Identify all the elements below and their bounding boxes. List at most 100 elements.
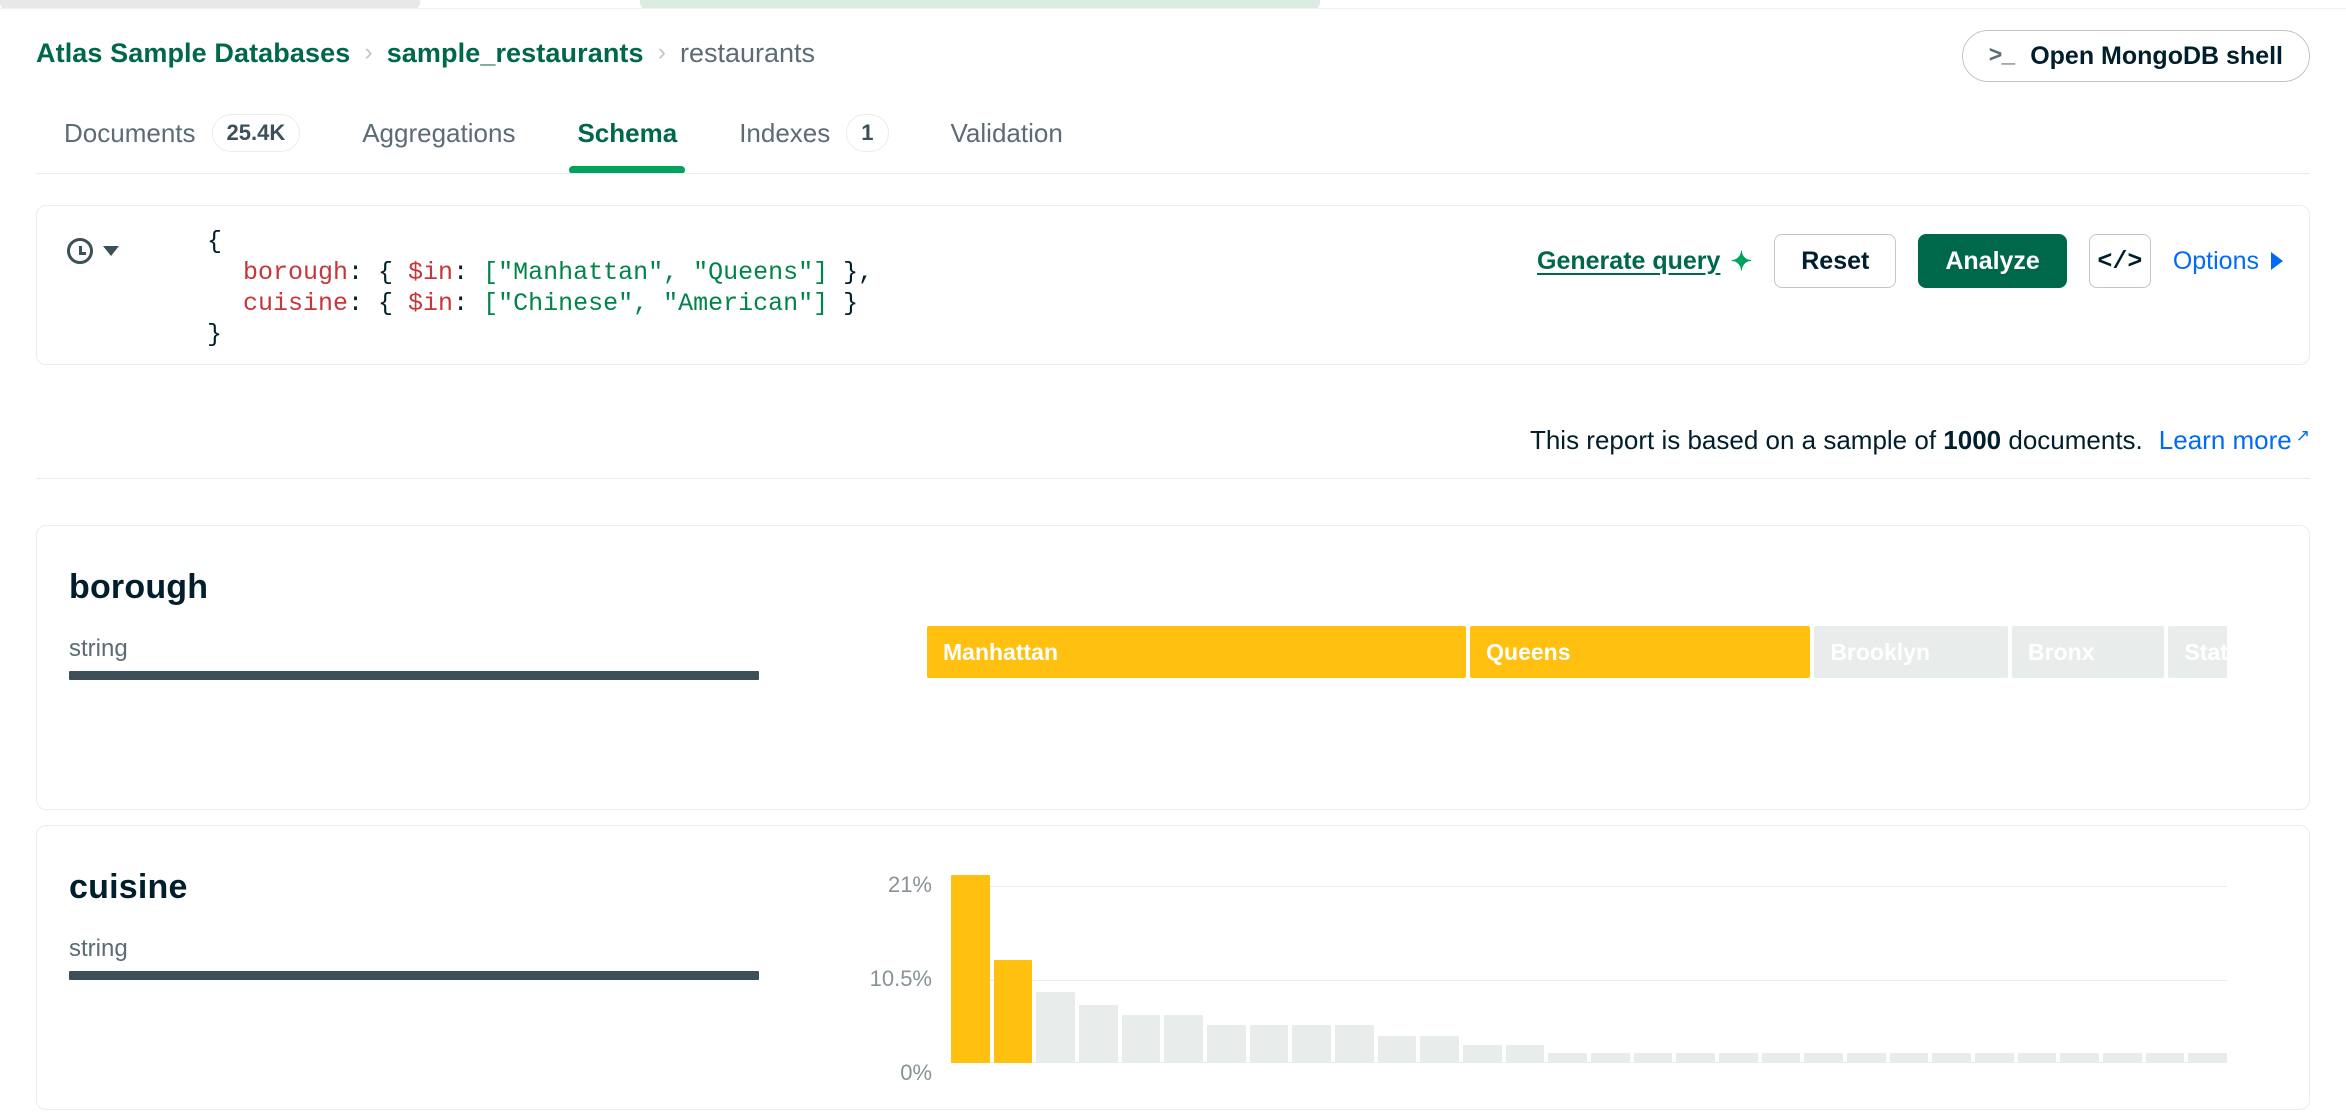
segment-label: Bronx — [2028, 638, 2095, 665]
learn-more-link[interactable]: Learn more ↗ — [2159, 425, 2310, 456]
export-to-language-icon[interactable]: </> — [2088, 234, 2151, 288]
field-type-distribution-bar[interactable] — [69, 971, 759, 980]
histogram-bar[interactable] — [1761, 1053, 1801, 1063]
query-line-close: } — [207, 320, 223, 349]
histogram-plot-area — [951, 875, 2228, 1063]
borough-segment-staten-island[interactable]: Staten Island — [2168, 626, 2227, 678]
tab-aggregations-label: Aggregations — [362, 117, 516, 148]
histogram-bar[interactable] — [2145, 1053, 2185, 1063]
query-actions: Generate query ✦ Reset Analyze </> Optio… — [1537, 234, 2283, 288]
tab-indexes[interactable]: Indexes 1 — [735, 102, 892, 164]
histogram-bar[interactable] — [951, 875, 990, 1063]
tab-bar-divider — [36, 173, 2310, 174]
reset-button[interactable]: Reset — [1774, 234, 1897, 288]
histogram-bar[interactable] — [1847, 1053, 1886, 1063]
tab-indexes-label: Indexes — [739, 117, 831, 148]
query-values-cuisine: ["Chinese", "American"] — [483, 289, 829, 318]
borough-segment-brooklyn[interactable]: Brooklyn — [1814, 626, 2009, 678]
histogram-bar[interactable] — [1121, 1014, 1161, 1063]
histogram-bar[interactable] — [1633, 1053, 1673, 1063]
cuisine-histogram: 21% 10.5% 0% — [827, 856, 2228, 1085]
y-axis-tick-label: 0% — [900, 1060, 932, 1085]
histogram-bar[interactable] — [1889, 1053, 1929, 1063]
tab-validation-label: Validation — [950, 117, 1063, 148]
collection-tab-bar: Documents 25.4K Aggregations Schema Inde… — [0, 92, 2346, 174]
sample-note-prefix: This report is based on a sample of — [1529, 425, 1937, 455]
field-name: borough — [69, 568, 209, 606]
field-meta: cuisine string — [69, 868, 759, 980]
histogram-bar[interactable] — [1377, 1036, 1417, 1063]
y-axis-tick-label: 21% — [887, 872, 932, 897]
schema-field-card-cuisine: cuisine string 21% 10.5% 0% — [36, 825, 2310, 1110]
histogram-bar[interactable] — [1975, 1053, 2014, 1063]
histogram-bar[interactable] — [2060, 1053, 2100, 1063]
histogram-bar[interactable] — [1804, 1053, 1844, 1063]
histogram-bar[interactable] — [1505, 1045, 1545, 1063]
tab-schema-label: Schema — [577, 117, 678, 148]
query-filter-input[interactable]: { borough: { $in: ["Manhattan", "Queens"… — [207, 226, 873, 350]
query-field-cuisine: cuisine — [243, 289, 349, 318]
sample-note-text: This report is based on a sample of 1000… — [1530, 425, 2143, 456]
histogram-bar[interactable] — [1249, 1024, 1289, 1063]
borough-segment-bronx[interactable]: Bronx — [2012, 626, 2165, 678]
histogram-bar[interactable] — [1420, 1036, 1460, 1063]
collection-header: Atlas Sample Databases › sample_restaura… — [0, 10, 2346, 90]
segment-label: Staten Island — [2184, 638, 2227, 665]
borough-segment-queens[interactable]: Queens — [1470, 626, 1811, 678]
field-type-label: string — [69, 635, 128, 662]
tab-schema[interactable]: Schema — [569, 102, 686, 174]
breadcrumb-separator-icon: › — [657, 38, 666, 66]
sample-size-note: This report is based on a sample of 1000… — [1530, 425, 2310, 456]
histogram-bar[interactable] — [1036, 992, 1076, 1063]
histogram-bar[interactable] — [2188, 1053, 2228, 1063]
histogram-bar[interactable] — [1719, 1053, 1758, 1063]
histogram-bar[interactable] — [1079, 1004, 1118, 1063]
generate-query-label: Generate query — [1537, 246, 1721, 275]
open-mongodb-shell-button[interactable]: >_ Open MongoDB shell — [1961, 30, 2310, 82]
tab-documents-label: Documents — [64, 117, 196, 148]
histogram-bar[interactable] — [993, 960, 1033, 1063]
histogram-bar[interactable] — [1676, 1053, 1716, 1063]
options-label: Options — [2172, 246, 2259, 275]
tab-strip-divider — [0, 8, 2346, 9]
schema-field-card-borough: borough string Manhattan Queens Brooklyn Br… — [36, 525, 2310, 810]
field-meta: borough string — [69, 568, 759, 680]
open-mongodb-shell-label: Open MongoDB shell — [2030, 41, 2283, 70]
external-link-icon: ↗ — [2295, 426, 2310, 445]
borough-segment-manhattan[interactable]: Manhattan — [927, 626, 1467, 678]
histogram-bar[interactable] — [1591, 1053, 1630, 1063]
learn-more-label: Learn more — [2158, 425, 2292, 455]
field-type-label: string — [69, 935, 128, 962]
analyze-button[interactable]: Analyze — [1918, 234, 2067, 288]
tab-aggregations[interactable]: Aggregations — [358, 102, 519, 164]
breadcrumb-root[interactable]: Atlas Sample Databases — [36, 38, 350, 69]
sample-note-divider — [36, 478, 2310, 479]
histogram-bar[interactable] — [1463, 1045, 1502, 1063]
field-type-distribution-bar[interactable] — [69, 671, 759, 680]
histogram-bar[interactable] — [2017, 1053, 2057, 1063]
tab-documents-count-badge: 25.4K — [211, 114, 301, 152]
query-bar: { borough: { $in: ["Manhattan", "Queens"… — [36, 205, 2310, 365]
histogram-bar[interactable] — [1207, 1024, 1246, 1063]
histogram-bar[interactable] — [1292, 1024, 1332, 1063]
sample-note-suffix: documents. — [2008, 425, 2143, 455]
histogram-bar[interactable] — [1548, 1053, 1588, 1063]
options-toggle[interactable]: Options — [2173, 247, 2283, 276]
histogram-bar[interactable] — [1932, 1053, 1972, 1063]
query-line-open: { — [207, 227, 223, 256]
collection-tab-list: Documents 25.4K Aggregations Schema Inde… — [60, 102, 1067, 174]
histogram-bar[interactable] — [2103, 1053, 2142, 1063]
histogram-bar[interactable] — [1335, 1024, 1374, 1063]
breadcrumb-collection: restaurants — [679, 38, 816, 68]
segment-label: Queens — [1486, 638, 1571, 665]
tab-validation[interactable]: Validation — [947, 102, 1067, 164]
query-history-button[interactable] — [67, 238, 119, 264]
borough-category-chart: Manhattan Queens Brooklyn Bronx Staten Islan… — [927, 626, 2227, 678]
breadcrumb-database[interactable]: sample_restaurants — [387, 38, 644, 69]
tab-indexes-count-badge: 1 — [846, 114, 889, 152]
breadcrumb-separator-icon: › — [364, 38, 373, 66]
histogram-bar[interactable] — [1164, 1014, 1204, 1063]
tab-documents[interactable]: Documents 25.4K — [60, 102, 304, 164]
query-operator-in: $in — [408, 258, 454, 287]
generate-query-button[interactable]: Generate query ✦ — [1537, 247, 1752, 276]
